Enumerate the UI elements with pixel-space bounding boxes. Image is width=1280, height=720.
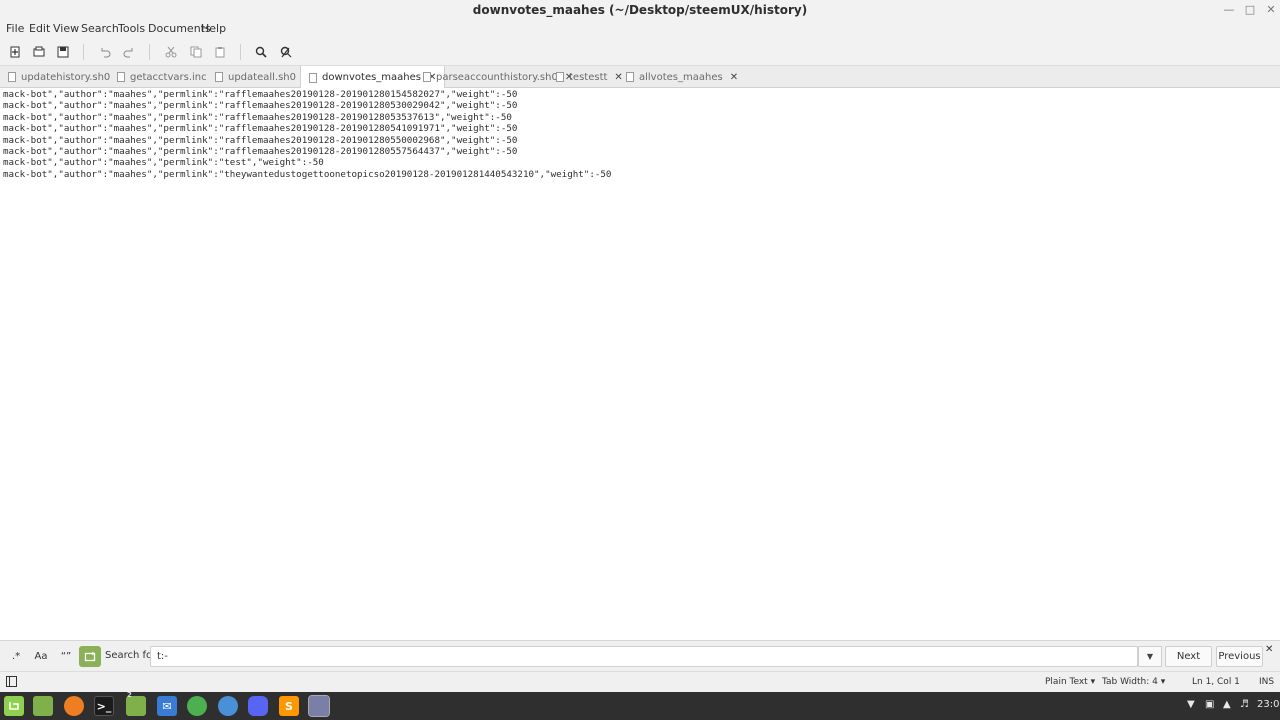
- menu-help[interactable]: Help: [201, 22, 226, 35]
- menu-tools[interactable]: Tools: [118, 22, 145, 35]
- menu-edit[interactable]: Edit: [29, 22, 50, 35]
- game-icon[interactable]: [187, 696, 207, 716]
- side-panel-icon[interactable]: [6, 676, 17, 690]
- document-tabs: updatehistory.sh0 ✕ getacctvars.inc ✕ up…: [0, 66, 1280, 89]
- text-editor-icon[interactable]: [308, 695, 330, 717]
- mail-icon[interactable]: ✉: [157, 696, 177, 716]
- shield-icon[interactable]: ▼: [1187, 699, 1195, 710]
- regex-toggle[interactable]: .*: [5, 646, 27, 667]
- document-icon: [626, 72, 634, 82]
- document-icon: [8, 72, 16, 82]
- tab-getacctvars[interactable]: getacctvars.inc ✕: [117, 66, 222, 88]
- mint-menu-icon[interactable]: [4, 696, 24, 716]
- code-line[interactable]: mack-bot","author":"maahes","permlink":"…: [3, 146, 517, 157]
- document-icon: [556, 72, 564, 82]
- language-selector[interactable]: Plain Text ▾: [1045, 677, 1095, 687]
- tab-parseaccounthistory[interactable]: parseaccounthistory.sh0 ✕: [423, 66, 573, 88]
- network-icon[interactable]: ▣: [1205, 699, 1214, 710]
- search-history-dropdown[interactable]: ▼: [1138, 646, 1162, 667]
- menu-search[interactable]: Search: [81, 22, 119, 35]
- tab-allvotes-maahes[interactable]: allvotes_maahes ✕: [626, 66, 738, 88]
- menu-view[interactable]: View: [53, 22, 79, 35]
- tab-width-selector[interactable]: Tab Width: 4 ▾: [1102, 677, 1165, 687]
- find-icon[interactable]: [252, 43, 270, 61]
- close-search-icon[interactable]: ✕: [1265, 644, 1273, 655]
- toolbar-divider: [149, 44, 150, 60]
- code-line[interactable]: mack-bot","author":"maahes","permlink":"…: [3, 112, 512, 123]
- tab-updatehistory[interactable]: updatehistory.sh0 ✕: [8, 66, 126, 88]
- open-document-icon[interactable]: [30, 43, 48, 61]
- tab-label: updateall.sh0: [228, 71, 297, 83]
- code-line[interactable]: mack-bot","author":"maahes","permlink":"…: [3, 135, 517, 146]
- clock[interactable]: 23:04: [1257, 699, 1280, 710]
- close-icon[interactable]: ✕: [1263, 2, 1279, 18]
- discord-icon[interactable]: [248, 696, 268, 716]
- sublime-icon[interactable]: S: [279, 696, 299, 716]
- tab-label: downvotes_maahes: [322, 72, 421, 83]
- tab-label: testestt: [569, 71, 608, 83]
- volume-icon[interactable]: ♬: [1240, 699, 1249, 710]
- files-count-badge: 2: [127, 691, 132, 699]
- wrap-around-toggle[interactable]: [79, 646, 101, 667]
- code-line[interactable]: mack-bot","author":"maahes","permlink":"…: [3, 157, 324, 168]
- save-icon[interactable]: [54, 43, 72, 61]
- tab-width-label: Tab Width: 4: [1102, 677, 1158, 687]
- wrap-icon: [84, 651, 96, 661]
- title-bar: downvotes_maahes (~/Desktop/steemUX/hist…: [0, 0, 1280, 20]
- next-button[interactable]: Next: [1165, 646, 1212, 667]
- cursor-position: Ln 1, Col 1: [1192, 677, 1240, 687]
- minimize-icon[interactable]: —: [1221, 2, 1237, 18]
- files-icon[interactable]: [33, 696, 53, 716]
- replace-icon[interactable]: [277, 43, 295, 61]
- tab-label: allvotes_maahes: [639, 71, 723, 83]
- tab-testestt[interactable]: testestt ✕: [556, 66, 623, 88]
- notification-icon[interactable]: ▲: [1223, 699, 1231, 710]
- cut-icon[interactable]: [162, 43, 180, 61]
- tab-updateall[interactable]: updateall.sh0 ✕: [215, 66, 311, 88]
- tab-close-icon[interactable]: ✕: [730, 72, 738, 83]
- document-icon: [117, 72, 125, 82]
- language-label: Plain Text: [1045, 677, 1088, 687]
- menu-file[interactable]: File: [6, 22, 24, 35]
- maximize-icon[interactable]: □: [1242, 2, 1258, 18]
- case-sensitive-toggle[interactable]: Aa: [30, 646, 52, 667]
- tab-label: parseaccounthistory.sh0: [436, 71, 558, 83]
- terminal-icon[interactable]: >_: [94, 696, 114, 716]
- menu-bar: File Edit View Search Tools Documents He…: [0, 20, 1280, 38]
- whole-word-toggle[interactable]: “”: [55, 646, 77, 667]
- text-editor-area[interactable]: mack-bot","author":"maahes","permlink":"…: [0, 88, 1280, 639]
- search-bar: .* Aa “” Search for: t:- ▼ Next Previous…: [0, 640, 1280, 671]
- code-line[interactable]: mack-bot","author":"maahes","permlink":"…: [3, 100, 517, 111]
- document-icon: [215, 72, 223, 82]
- code-line[interactable]: mack-bot","author":"maahes","permlink":"…: [3, 169, 611, 180]
- tab-label: updatehistory.sh0: [21, 71, 111, 83]
- tab-label: getacctvars.inc: [130, 71, 207, 83]
- redo-icon[interactable]: [120, 43, 138, 61]
- firefox-icon[interactable]: [64, 696, 84, 716]
- search-input[interactable]: t:-: [150, 646, 1138, 667]
- previous-button[interactable]: Previous: [1216, 646, 1263, 667]
- chromium-icon[interactable]: [218, 696, 238, 716]
- toolbar: [0, 38, 1280, 66]
- window-title: downvotes_maahes (~/Desktop/steemUX/hist…: [472, 3, 808, 17]
- copy-icon[interactable]: [187, 43, 205, 61]
- insert-mode: INS: [1259, 677, 1275, 687]
- code-line[interactable]: mack-bot","author":"maahes","permlink":"…: [3, 89, 517, 100]
- undo-icon[interactable]: [96, 43, 114, 61]
- toolbar-divider: [83, 44, 84, 60]
- toolbar-divider: [240, 44, 241, 60]
- tab-close-icon[interactable]: ✕: [614, 72, 622, 83]
- paste-icon[interactable]: [211, 43, 229, 61]
- taskbar: >_ 2 ✉ S ▼ ▣ ▲ ♬ 23:04: [0, 691, 1280, 720]
- status-bar: Plain Text ▾ Tab Width: 4 ▾ Ln 1, Col 1 …: [0, 671, 1280, 692]
- document-icon: [309, 72, 317, 83]
- folder-icon[interactable]: 2: [126, 691, 146, 716]
- new-document-icon[interactable]: [6, 43, 24, 61]
- code-line[interactable]: mack-bot","author":"maahes","permlink":"…: [3, 123, 517, 134]
- document-icon: [423, 72, 431, 82]
